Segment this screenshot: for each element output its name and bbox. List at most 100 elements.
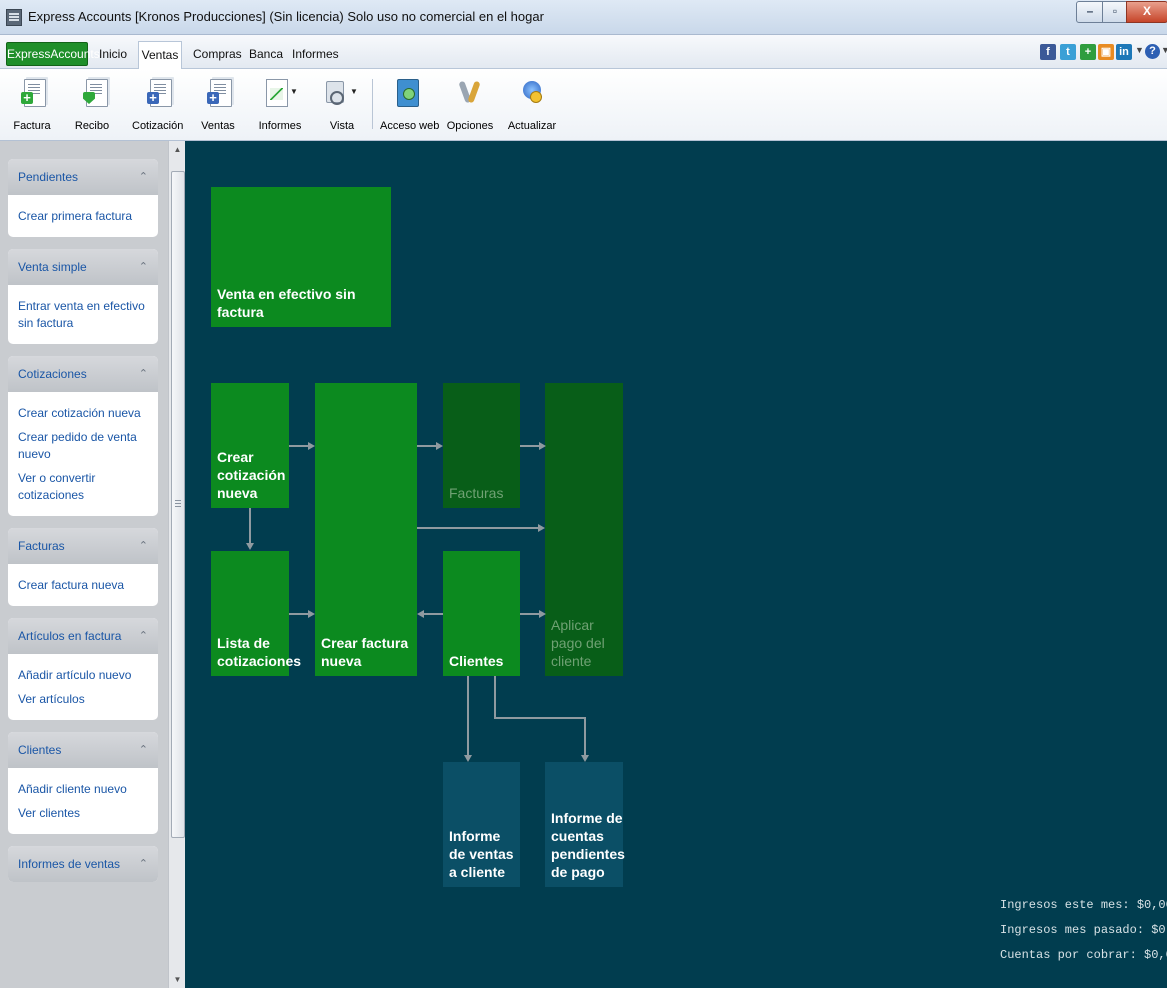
cotizacion-label: Cotización xyxy=(132,120,184,132)
tab-inicio[interactable]: Inicio xyxy=(98,43,128,65)
collapse-chevron-icon[interactable]: ⌃ xyxy=(139,528,148,564)
arrow-factura-pago xyxy=(417,527,539,529)
link-crear-primera-factura[interactable]: Crear primera factura xyxy=(18,208,148,225)
arrow-clientes-informe-cuentas xyxy=(494,676,496,718)
stat-ingresos-pasado: Ingresos mes pasado: $0,00 xyxy=(1000,923,1167,937)
arrow-lista-factura xyxy=(289,613,309,615)
scroll-thumb[interactable] xyxy=(171,171,185,838)
maximize-button[interactable]: ▫ xyxy=(1102,1,1128,23)
scroll-up-icon[interactable]: ▲ xyxy=(169,145,185,154)
factura-button[interactable]: + Factura xyxy=(12,75,52,135)
facebook-icon[interactable]: f xyxy=(1040,44,1056,60)
link-crear-pedido[interactable]: Crear pedido de venta nuevo xyxy=(18,429,148,463)
arrow-clientes-factura xyxy=(424,613,443,615)
panel-header[interactable]: Cotizaciones ⌃ xyxy=(8,356,158,392)
refresh-globe-icon xyxy=(522,79,542,105)
actualizar-button[interactable]: Actualizar xyxy=(506,75,558,135)
panel-title: Informes de ventas xyxy=(18,857,121,871)
tile-crear-cotizacion[interactable]: Crear cotización nueva xyxy=(211,383,289,508)
tile-facturas[interactable]: Facturas xyxy=(443,383,520,508)
informes-label: Informes xyxy=(258,120,302,132)
chevron-down-icon[interactable]: ▼ xyxy=(1135,45,1144,55)
panel-header[interactable]: Pendientes ⌃ xyxy=(8,159,158,195)
panel-body: Crear factura nueva xyxy=(8,564,158,606)
informes-button[interactable]: ▼ Informes xyxy=(256,75,304,135)
twitter-icon[interactable]: t xyxy=(1060,44,1076,60)
tile-crear-factura[interactable]: Crear factura nueva xyxy=(315,383,417,676)
stat-cuentas-cobrar: Cuentas por cobrar: $0,00 xyxy=(1000,948,1167,962)
close-button[interactable]: X xyxy=(1126,1,1167,23)
vista-dropdown-icon: ▼ xyxy=(350,87,358,96)
sidebar-scrollbar[interactable]: ▲ ▼ xyxy=(168,141,185,988)
web-access-icon xyxy=(397,79,419,107)
toolbar: + Factura Recibo + Cotización + Ventas ▼… xyxy=(0,69,1167,141)
ventas-button[interactable]: + Ventas xyxy=(198,75,238,135)
menu-bar: ExpressAccounts Inicio Ventas Compras Ba… xyxy=(0,35,1167,69)
window-title: Express Accounts [Kronos Producciones] (… xyxy=(28,9,544,24)
collapse-chevron-icon[interactable]: ⌃ xyxy=(139,732,148,768)
tab-compras[interactable]: Compras xyxy=(193,43,242,65)
tab-ventas[interactable]: Ventas xyxy=(138,41,182,69)
sales-flow-area: Venta en efectivo sin factura Crear coti… xyxy=(185,141,1167,988)
link-ver-clientes[interactable]: Ver clientes xyxy=(18,805,148,822)
google-plus-icon[interactable]: + xyxy=(1080,44,1096,60)
income-summary: Ingresos este mes: $0,00 Ingresos mes pa… xyxy=(1000,893,1167,968)
vista-button[interactable]: ▼ Vista xyxy=(322,75,362,135)
informes-dropdown-icon: ▼ xyxy=(290,87,298,96)
panel-body: Crear primera factura xyxy=(8,195,158,237)
receipt-download-icon xyxy=(83,79,108,107)
tile-aplicar-pago[interactable]: Aplicar pago del cliente xyxy=(545,383,623,676)
link-ver-cotizaciones[interactable]: Ver o convertir cotizaciones xyxy=(18,470,148,504)
tab-expressaccounts[interactable]: ExpressAccounts xyxy=(6,42,100,66)
link-anadir-articulo[interactable]: Añadir artículo nuevo xyxy=(18,667,148,684)
link-ver-articulos[interactable]: Ver artículos xyxy=(18,691,148,708)
sales-add-icon: + xyxy=(207,79,232,107)
minimize-button[interactable]: – xyxy=(1076,1,1104,23)
opciones-button[interactable]: Opciones xyxy=(446,75,494,135)
tab-informes[interactable]: Informes xyxy=(292,43,339,65)
tile-venta-efectivo[interactable]: Venta en efectivo sin factura xyxy=(211,187,391,327)
collapse-chevron-icon[interactable]: ⌃ xyxy=(139,846,148,882)
link-venta-efectivo[interactable]: Entrar venta en efectivo sin factura xyxy=(18,298,148,332)
cotizacion-button[interactable]: + Cotización xyxy=(132,75,184,135)
panel-header[interactable]: Artículos en factura ⌃ xyxy=(8,618,158,654)
report-chart-icon xyxy=(266,79,288,107)
tab-banca[interactable]: Banca xyxy=(249,43,283,65)
help-chevron-down-icon[interactable]: ▼ xyxy=(1161,45,1167,55)
panel-pendientes: Pendientes ⌃ Crear primera factura xyxy=(8,159,158,237)
link-crear-cotizacion[interactable]: Crear cotización nueva xyxy=(18,405,148,422)
acceso-web-button[interactable]: Acceso web xyxy=(380,75,439,135)
tile-informe-ventas[interactable]: Informe de ventas a cliente xyxy=(443,762,520,887)
collapse-chevron-icon[interactable]: ⌃ xyxy=(139,618,148,654)
panel-header[interactable]: Facturas ⌃ xyxy=(8,528,158,564)
collapse-chevron-icon[interactable]: ⌃ xyxy=(139,159,148,195)
help-icon[interactable]: ? xyxy=(1145,44,1160,59)
arrow-facturas-pago xyxy=(520,445,540,447)
arrow-clientes-informe-ventas xyxy=(467,676,469,756)
panel-header[interactable]: Informes de ventas ⌃ xyxy=(8,846,158,882)
collapse-chevron-icon[interactable]: ⌃ xyxy=(139,356,148,392)
rss-icon[interactable]: ▣ xyxy=(1098,44,1114,60)
tile-lista-cotizaciones[interactable]: Lista de cotizaciones xyxy=(211,551,301,676)
panel-articulos: Artículos en factura ⌃ Añadir artículo n… xyxy=(8,618,158,720)
panel-title: Facturas xyxy=(18,539,65,553)
panel-clientes: Clientes ⌃ Añadir cliente nuevo Ver clie… xyxy=(8,732,158,834)
collapse-chevron-icon[interactable]: ⌃ xyxy=(139,249,148,285)
factura-label: Factura xyxy=(13,120,51,132)
link-anadir-cliente[interactable]: Añadir cliente nuevo xyxy=(18,781,148,798)
toolbar-separator xyxy=(372,79,373,129)
tile-informe-cuentas[interactable]: Informe de cuentas pendientes de pago xyxy=(545,762,625,887)
panel-header[interactable]: Venta simple ⌃ xyxy=(8,249,158,285)
panel-header[interactable]: Clientes ⌃ xyxy=(8,732,158,768)
panel-body: Entrar venta en efectivo sin factura xyxy=(8,285,158,344)
app-calculator-icon xyxy=(6,9,22,26)
recibo-button[interactable]: Recibo xyxy=(72,75,112,135)
panel-informes-ventas: Informes de ventas ⌃ xyxy=(8,846,158,882)
link-crear-factura[interactable]: Crear factura nueva xyxy=(18,577,148,594)
arrow-cotizacion-lista xyxy=(249,508,251,544)
tile-clientes[interactable]: Clientes xyxy=(443,551,520,676)
linkedin-icon[interactable]: in xyxy=(1116,44,1132,60)
sidebar: Pendientes ⌃ Crear primera factura Venta… xyxy=(0,141,185,988)
scroll-down-icon[interactable]: ▼ xyxy=(169,975,185,984)
title-bar: Express Accounts [Kronos Producciones] (… xyxy=(0,0,1167,35)
